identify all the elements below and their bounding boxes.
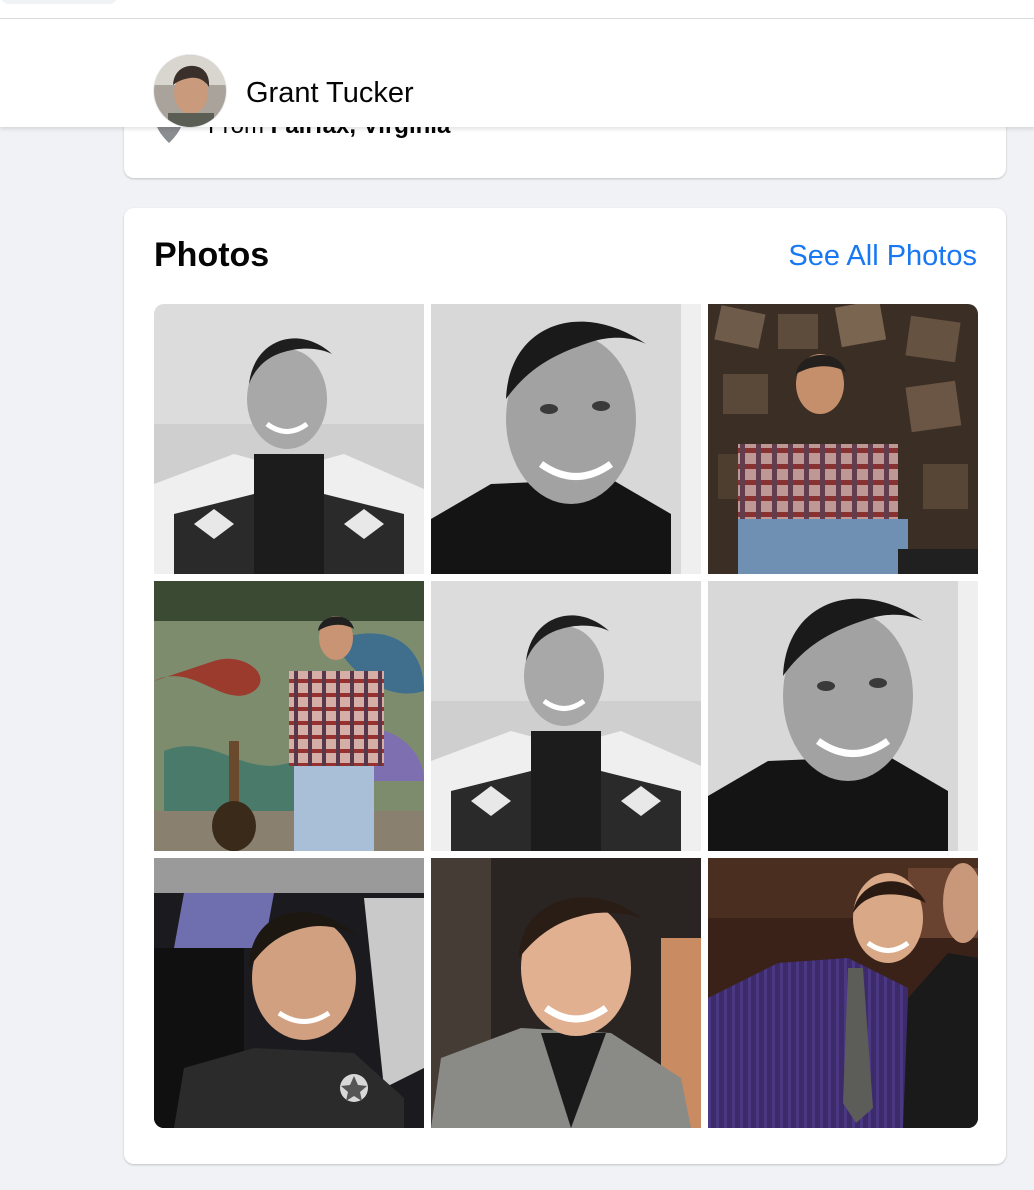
profile-name[interactable]: Grant Tucker: [246, 73, 414, 113]
photo-tile[interactable]: [708, 304, 978, 574]
photo-image: [154, 304, 424, 574]
photo-image: [154, 858, 424, 1128]
see-all-photos-link[interactable]: See All Photos: [788, 236, 977, 276]
photo-grid: [154, 304, 978, 1128]
photo-image: [431, 581, 701, 851]
photo-image: [708, 581, 978, 851]
photo-tile[interactable]: [154, 304, 424, 574]
photo-image: [708, 304, 978, 574]
photo-image: [708, 858, 978, 1128]
photos-title[interactable]: Photos: [154, 234, 269, 276]
photo-tile[interactable]: [431, 581, 701, 851]
sticky-profile-header: Grant Tucker: [0, 19, 1034, 127]
photo-tile[interactable]: [154, 858, 424, 1128]
photo-image: [431, 858, 701, 1128]
photo-tile[interactable]: [708, 581, 978, 851]
profile-avatar[interactable]: [154, 55, 226, 127]
photos-card: Photos See All Photos: [124, 208, 1006, 1164]
photo-tile[interactable]: [431, 304, 701, 574]
photo-tile[interactable]: [154, 581, 424, 851]
avatar-image: [154, 55, 226, 127]
top-bar-remnant: [0, 0, 1034, 19]
photo-image: [154, 581, 424, 851]
photo-tile[interactable]: [708, 858, 978, 1128]
photo-image: [431, 304, 701, 574]
photo-tile[interactable]: [431, 858, 701, 1128]
search-pill-remnant[interactable]: [0, 0, 118, 4]
